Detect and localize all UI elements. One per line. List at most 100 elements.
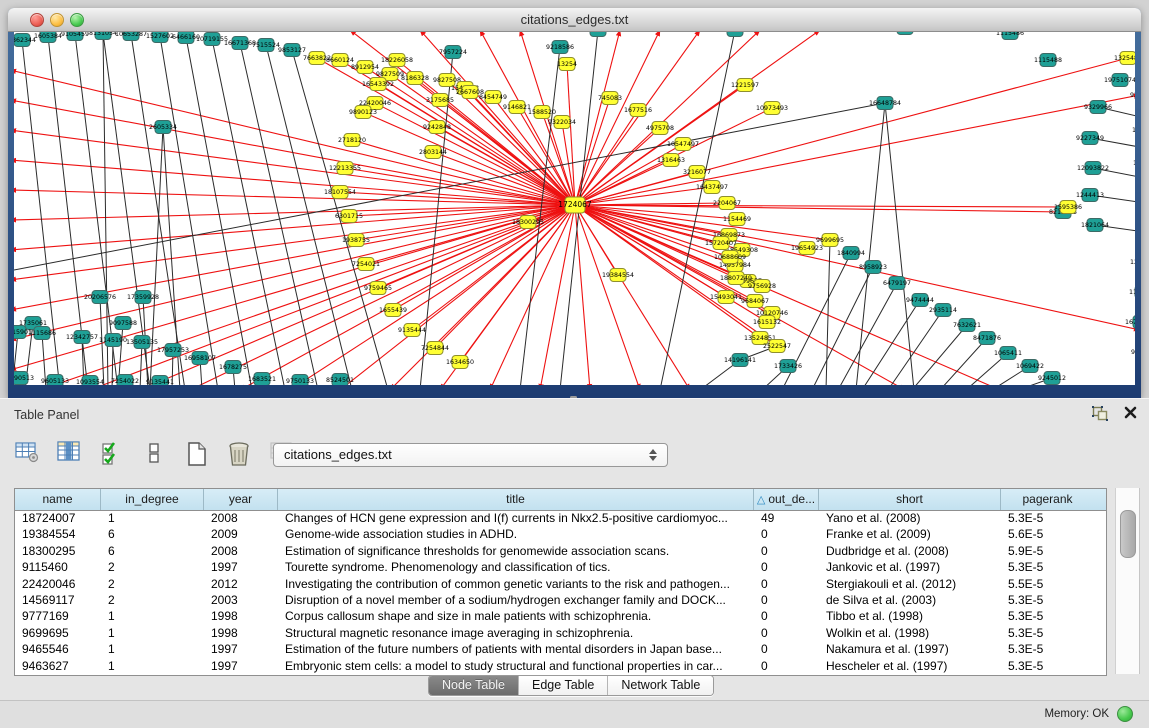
graph-node[interactable]: 1221597 [731,79,759,92]
graph-node[interactable]: 1645334 [1132,124,1135,137]
graph-node[interactable]: 12342757 [66,331,98,344]
graph-node[interactable]: 15493041 [710,291,742,304]
graph-node[interactable]: 9862344 [14,34,36,47]
column-header-out_de[interactable]: out_de... [754,489,819,510]
graph-node[interactable]: 1605384 [34,32,62,43]
graph-node[interactable]: 16437497 [696,181,728,194]
graph-node[interactable]: 1821064 [1081,219,1109,232]
column-header-name[interactable]: name [15,489,101,510]
graph-node[interactable]: 18226058 [381,54,413,67]
table-row[interactable]: 1938455462009Genome-wide association stu… [15,526,1106,542]
graph-node[interactable]: 12093822 [1077,162,1109,175]
scrollbar-thumb[interactable] [1120,510,1136,558]
table-row[interactable]: 911546021997Tourette syndrome. Phenomeno… [15,559,1106,575]
column-header-in_degree[interactable]: in_degree [101,489,204,510]
table-row[interactable]: 2242004622012Investigating the contribut… [15,576,1106,592]
tab-edge-table[interactable]: Edge Table [519,676,608,695]
graph-node[interactable]: 9227349 [1076,132,1104,145]
graph-node[interactable]: 1145190 [99,334,127,347]
graph-node[interactable]: 2935114 [929,304,957,317]
graph-node[interactable]: 7254022 [111,375,139,386]
graph-node[interactable]: 2605334 [149,121,177,134]
column-header-short[interactable]: short [819,489,1001,510]
graph-node[interactable]: 1093554 [76,376,104,386]
graph-node[interactable]: 9329966 [1084,101,1112,114]
set-values-icon[interactable] [99,439,125,465]
close-panel-icon[interactable] [1124,406,1137,424]
graph-node[interactable]: 13254 [557,58,577,71]
column-header-pagerank[interactable]: pagerank [1001,489,1094,510]
graph-node[interactable]: 1634650 [446,356,474,369]
graph-node[interactable]: 9245013 [1131,346,1135,359]
graph-node[interactable]: 1244413 [1076,189,1104,202]
table-vertical-scrollbar[interactable] [1115,488,1140,674]
graph-node[interactable]: 1678275 [219,361,247,374]
table-row[interactable]: 1830029562008Estimation of significance … [15,543,1106,559]
graph-node[interactable]: 13505135 [126,336,158,349]
graph-node[interactable]: 12103554 [1130,256,1135,269]
graph-node[interactable]: 10973493 [756,102,788,115]
graph-node[interactable]: 7254844 [421,342,449,355]
graph-node[interactable]: 16648784 [869,97,901,110]
graph-node[interactable]: 9853127 [278,44,306,57]
tab-network-table[interactable]: Network Table [608,676,713,695]
graph-node[interactable]: 1840994 [837,247,865,260]
graph-node[interactable]: 9218586 [546,41,574,54]
network-canvas[interactable]: 9862344160538491054598131054106532871527… [14,32,1135,385]
graph-node[interactable]: 8471876 [973,332,1001,345]
graph-node[interactable]: 1115486 [996,32,1024,40]
graph-node[interactable]: 7632621 [953,319,981,332]
graph-node[interactable]: 9146821 [503,101,531,114]
table-row[interactable]: 1456911722003Disruption of a novel membe… [15,592,1106,608]
graph-node[interactable]: 1065411 [994,347,1022,360]
graph-node[interactable]: 1677516 [624,104,652,117]
graph-node[interactable]: 1115488 [1034,54,1062,67]
graph-node[interactable]: 1082355 [1133,157,1135,170]
graph-node[interactable]: 8958923 [859,261,887,274]
graph-node[interactable]: 9684067 [741,295,769,308]
float-panel-icon[interactable] [1092,406,1108,426]
graph-node[interactable]: 1733426 [774,360,802,373]
tab-node-table[interactable]: Node Table [429,676,519,695]
graph-node[interactable]: 1154469 [723,213,751,226]
delete-table-icon[interactable] [226,439,252,465]
graph-node[interactable]: 3175685 [426,94,454,107]
graph-node[interactable]: 9245012 [1038,372,1066,385]
table-row[interactable]: 946362711997Embryonic stem cells: a mode… [15,658,1106,674]
graph-node[interactable]: 8912954 [351,61,379,74]
graph-node[interactable]: 2718120 [338,134,366,147]
column-header-title[interactable]: title [278,489,754,510]
column-header-year[interactable]: year [204,489,278,510]
table-row[interactable]: 1872400712008Changes of HCN gene express… [15,510,1106,526]
row-height-icon[interactable] [141,439,167,465]
graph-node[interactable]: 4975708 [646,122,674,135]
select-column-icon[interactable] [56,439,82,465]
table-settings-icon[interactable] [14,439,40,465]
graph-node[interactable]: 1325487 [1114,52,1135,65]
new-table-icon[interactable] [184,439,210,465]
graph-node[interactable]: 2087682 [721,32,749,37]
graph-node[interactable]: 1164421 [1129,286,1135,299]
graph-node[interactable]: 9105459 [61,32,89,41]
table-row[interactable]: 969969511998Structural magnetic resonanc… [15,625,1106,641]
graph-node[interactable]: 1069422 [1016,360,1044,373]
graph-node[interactable]: 1564201 [891,32,919,35]
graph-node[interactable]: 9273448 [1130,89,1135,102]
graph-node[interactable]: 9474444 [906,294,934,307]
graph-node[interactable]: 8524501 [326,374,354,386]
table-row[interactable]: 977716911998Corpus callosum shape and si… [15,608,1106,624]
graph-node[interactable]: 1527602 [146,32,174,43]
graph-node[interactable]: 1655439 [379,304,407,317]
graph-node[interactable]: 7515524 [252,39,280,52]
table-row[interactable]: 946554611997Estimation of the future num… [15,641,1106,657]
table-selector-dropdown[interactable]: citations_edges.txt [273,443,668,467]
graph-node[interactable]: 1390513 [14,372,34,385]
graph-node[interactable]: 1683521 [248,373,276,386]
graph-node[interactable]: 8813054 [584,32,612,37]
graph-node[interactable]: 20206576 [84,291,116,304]
network-window-titlebar[interactable]: citations_edges.txt [8,8,1141,32]
graph-node[interactable]: 19384554 [602,269,634,282]
graph-node[interactable]: 9750133 [286,375,314,386]
graph-node[interactable]: 8131054 [89,32,117,40]
graph-node[interactable]: 9097588 [109,317,137,330]
